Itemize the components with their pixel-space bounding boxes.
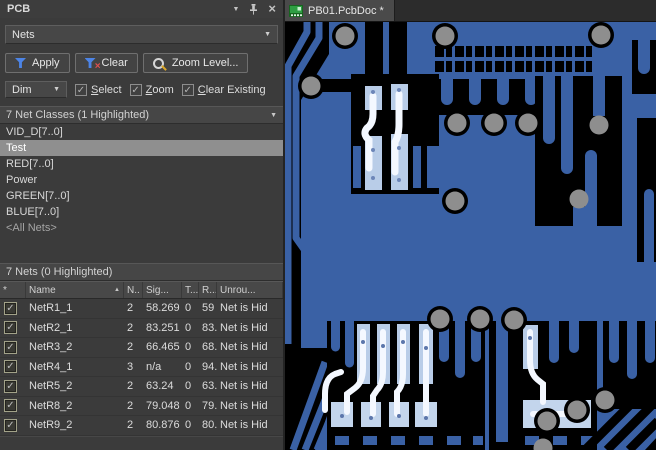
- net-class-item[interactable]: GREEN[7..0]: [0, 188, 283, 204]
- chevron-down-icon: ▼: [264, 31, 271, 38]
- panel-menu-icon[interactable]: ▼: [232, 6, 239, 13]
- select-checkbox[interactable]: ✓ Select: [75, 83, 122, 96]
- zoom-checkbox[interactable]: ✓ Zoom: [129, 83, 174, 96]
- checkbox-check-icon: ✓: [75, 83, 87, 96]
- panel-options-row: Dim ▼ ✓ Select ✓ Zoom ✓ Clear Existing: [5, 81, 278, 98]
- row-checkbox[interactable]: ✓: [4, 399, 17, 413]
- net-class-item[interactable]: VID_D[7..0]: [0, 124, 283, 140]
- nets-table-body: ✓ NetR1_1 2 58.269 0 59 Net is Hid ✓ NetR2_…: [0, 299, 283, 436]
- panel-toolbar: Apply × Clear Zoom Level...: [5, 53, 278, 73]
- table-row[interactable]: ✓ NetR4_1 3 n/a 0 94. Net is Hid: [0, 358, 283, 377]
- apply-button[interactable]: Apply: [5, 53, 70, 73]
- pcbdoc-icon: [289, 4, 303, 17]
- net-class-item-selected[interactable]: Test: [0, 140, 283, 156]
- table-row[interactable]: ✓ NetR1_1 2 58.269 0 59 Net is Hid: [0, 299, 283, 319]
- row-checkbox[interactable]: ✓: [4, 418, 17, 432]
- table-row[interactable]: ✓ NetR9_2 2 80.876 0 80. Net is Hid: [0, 416, 283, 436]
- dim-mode-value: Dim: [12, 83, 32, 96]
- chevron-down-icon: ▼: [53, 86, 60, 93]
- nets-table-header: * Name ▲ N.. Sig... T... R... Unrou...: [0, 281, 283, 299]
- pcb-panel: PCB ▼ × Nets ▼ Apply × Clear Zoom Level.…: [0, 0, 283, 450]
- document-tab-label: PB01.PcbDoc *: [308, 4, 384, 17]
- close-icon[interactable]: ×: [268, 2, 276, 15]
- net-class-item[interactable]: RED[7..0]: [0, 156, 283, 172]
- zoom-checkbox-label: Zoom: [145, 83, 174, 96]
- clear-existing-checkbox[interactable]: ✓ Clear Existing: [181, 83, 266, 96]
- nets-header[interactable]: 7 Nets (0 Highlighted): [0, 263, 283, 281]
- col-header-signal[interactable]: Sig...: [143, 282, 182, 298]
- sort-asc-icon: ▲: [114, 287, 120, 293]
- col-header-routed[interactable]: R...: [199, 282, 217, 298]
- col-header-nodes[interactable]: N..: [124, 282, 143, 298]
- apply-button-label: Apply: [32, 57, 60, 69]
- pcb-panel-titlebar: PCB ▼ ×: [0, 0, 283, 18]
- net-class-item[interactable]: Power: [0, 172, 283, 188]
- table-row[interactable]: ✓ NetR5_2 2 63.24 0 63. Net is Hid: [0, 377, 283, 397]
- row-checkbox[interactable]: ✓: [4, 321, 17, 335]
- panel-title: PCB: [7, 3, 31, 15]
- checkbox-check-icon: ✓: [181, 83, 194, 96]
- panel-mode-value: Nets: [12, 28, 35, 41]
- net-class-item-all-nets[interactable]: <All Nets>: [0, 220, 283, 236]
- document-tab[interactable]: PB01.PcbDoc *: [285, 0, 395, 21]
- clear-button-label: Clear: [101, 57, 128, 69]
- table-row[interactable]: ✓ NetR2_1 2 83.251 0 83. Net is Hid: [0, 319, 283, 338]
- row-checkbox[interactable]: ✓: [4, 301, 17, 315]
- col-header-t[interactable]: T...: [182, 282, 199, 298]
- panel-mode-select[interactable]: Nets ▼: [5, 25, 278, 44]
- net-classes-header[interactable]: 7 Net Classes (1 Highlighted) ▼: [0, 106, 283, 124]
- zoom-level-button-label: Zoom Level...: [171, 57, 239, 69]
- net-class-item[interactable]: BLUE[7..0]: [0, 204, 283, 220]
- row-checkbox[interactable]: ✓: [4, 379, 17, 393]
- panel-gap: [0, 236, 283, 263]
- col-header-unrouted[interactable]: Unrou...: [217, 282, 283, 298]
- filter-clear-icon: ×: [84, 58, 101, 72]
- zoom-level-button[interactable]: Zoom Level...: [142, 53, 249, 73]
- pcb-editor: PB01.PcbDoc *: [283, 0, 656, 450]
- pcb-canvas-holder: [285, 22, 656, 450]
- table-row[interactable]: ✓ NetR3_2 2 66.465 0 68. Net is Hid: [0, 338, 283, 358]
- clear-existing-checkbox-label: Clear Existing: [197, 83, 266, 96]
- clear-button[interactable]: × Clear: [74, 53, 138, 73]
- nets-header-label: 7 Nets (0 Highlighted): [6, 266, 113, 278]
- dim-mode-select[interactable]: Dim ▼: [5, 81, 67, 98]
- pin-icon[interactable]: [249, 3, 258, 15]
- filter-icon: [15, 58, 26, 68]
- net-classes-header-label: 7 Net Classes (1 Highlighted): [6, 109, 150, 121]
- pcb-canvas[interactable]: [285, 22, 656, 450]
- col-header-name[interactable]: Name ▲: [26, 282, 124, 298]
- panel-empty-area: [0, 435, 283, 450]
- select-checkbox-label: Select: [91, 83, 122, 96]
- chevron-down-icon: ▼: [270, 111, 277, 119]
- row-checkbox[interactable]: ✓: [4, 360, 17, 374]
- table-row[interactable]: ✓ NetR8_2 2 79.048 0 79. Net is Hid: [0, 397, 283, 416]
- magnifier-icon: [152, 57, 164, 69]
- altium-workspace: PCB ▼ × Nets ▼ Apply × Clear Zoom Level.…: [0, 0, 656, 450]
- row-checkbox[interactable]: ✓: [4, 340, 17, 354]
- col-header-enabled[interactable]: *: [0, 282, 26, 298]
- checkbox-check-icon: ✓: [129, 83, 142, 96]
- net-classes-list: VID_D[7..0] Test RED[7..0] Power GREEN[7…: [0, 124, 283, 236]
- document-tabbar: PB01.PcbDoc *: [285, 0, 656, 22]
